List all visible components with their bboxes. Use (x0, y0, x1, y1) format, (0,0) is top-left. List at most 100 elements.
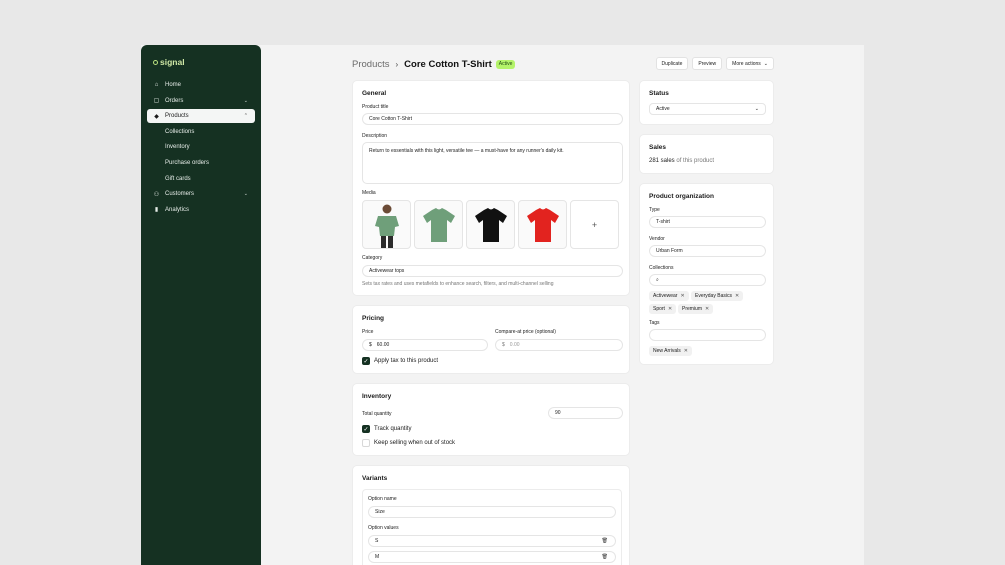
track-quantity-checkbox[interactable]: ✓ Track quantity (362, 425, 411, 433)
card-title: Status (649, 90, 669, 97)
apply-tax-label: Apply tax to this product (374, 358, 439, 364)
more-actions-button[interactable]: More actions ⌄ (726, 57, 774, 70)
collection-tag-everyday-basics: Everyday Basics ✕ (691, 291, 744, 301)
sidebar-item-gift-cards[interactable]: Gift cards (147, 172, 255, 186)
page-header: Products › Core Cotton T-Shirt Active Du… (352, 57, 774, 71)
general-card: General Product title Core Cotton T-Shir… (352, 80, 630, 296)
collections-label: Collections (649, 265, 674, 271)
option-value-row[interactable]: M 🗑 (368, 551, 616, 563)
sidebar-item-home[interactable]: ⌂ Home (147, 78, 255, 92)
remove-icon[interactable]: ✕ (680, 293, 684, 299)
chart-icon: ▮ (154, 207, 159, 214)
compare-price-input[interactable]: $ 0.00 (495, 339, 623, 351)
price-input[interactable]: $ 60.00 (362, 339, 488, 351)
total-quantity-label: Total quantity (362, 411, 392, 417)
tshirt-icon (422, 207, 455, 242)
home-icon: ⌂ (154, 82, 159, 88)
sidebar-item-inventory[interactable]: Inventory (147, 140, 255, 154)
media-thumb-green[interactable] (414, 200, 463, 249)
collection-tag-premium: Premium ✕ (678, 304, 714, 314)
tag-label: New Arrivals (653, 348, 681, 354)
media-thumb-red[interactable] (518, 200, 567, 249)
sales-count: 281 sales (649, 158, 675, 164)
keep-selling-checkbox[interactable]: Keep selling when out of stock (362, 439, 455, 447)
option-name-input[interactable]: Size (368, 506, 616, 518)
option-value-row[interactable]: S 🗑 (368, 535, 616, 547)
option-value: M (375, 554, 380, 560)
pricing-card: Pricing Price $ 60.00 Compare-at price (… (352, 305, 630, 374)
brand-logo[interactable]: signal (153, 57, 185, 67)
tags-input[interactable] (649, 329, 766, 341)
product-title-label: Product title (362, 104, 389, 110)
option-value: S (375, 538, 379, 544)
category-input[interactable]: Activewear tops (362, 265, 623, 277)
sidebar-item-label: Orders (165, 97, 184, 104)
description-textarea[interactable]: Return to essentials with this light, ve… (362, 142, 623, 184)
trash-icon[interactable]: 🗑 (602, 538, 608, 544)
card-title: Pricing (362, 315, 385, 322)
variant-option-panel: Option name Size Option values S 🗑 M 🗑 (362, 489, 622, 565)
duplicate-button[interactable]: Duplicate (655, 57, 689, 70)
chevron-right-icon: › (395, 59, 399, 69)
total-quantity-input[interactable]: 90 (548, 407, 623, 419)
sidebar-nav: ⌂ Home ▢ Orders ⌄ ◆ Products ⌃ Collectio… (147, 78, 255, 218)
currency-symbol: $ (502, 342, 505, 348)
card-title: Sales (649, 144, 666, 151)
card-title: Product organization (649, 193, 714, 200)
preview-button[interactable]: Preview (692, 57, 723, 70)
sidebar-item-label: Home (165, 82, 182, 88)
type-label: Type (649, 207, 660, 213)
sidebar-item-orders[interactable]: ▢ Orders ⌄ (147, 94, 255, 108)
status-card: Status Active ⌄ (639, 80, 774, 125)
search-icon: ⌕ (656, 277, 659, 283)
remove-icon[interactable]: ✕ (668, 306, 672, 312)
breadcrumb-products[interactable]: Products (352, 59, 390, 70)
brand-name: signal (160, 57, 185, 67)
sales-card: Sales 281 sales of this product (639, 134, 774, 174)
media-thumb-model[interactable] (362, 200, 411, 249)
more-actions-label: More actions (732, 60, 761, 67)
apply-tax-checkbox[interactable]: ✓ Apply tax to this product (362, 357, 438, 365)
media-thumb-black[interactable] (466, 200, 515, 249)
status-select[interactable]: Active ⌄ (649, 103, 766, 115)
sidebar: signal ⌂ Home ▢ Orders ⌄ ◆ Products ⌃ Co… (141, 45, 261, 565)
compare-price-label: Compare-at price (optional) (495, 329, 556, 335)
track-quantity-label: Track quantity (374, 426, 412, 432)
description-label: Description (362, 133, 388, 139)
tshirt-icon (474, 207, 507, 242)
chevron-down-icon: ⌄ (243, 191, 248, 198)
type-input[interactable]: T-shirt (649, 216, 766, 228)
option-values-label: Option values (368, 525, 399, 531)
tag-icon: ◆ (154, 113, 159, 120)
vendor-label: Vendor (649, 236, 665, 242)
sidebar-item-collections[interactable]: Collections (147, 125, 255, 139)
trash-icon[interactable]: 🗑 (602, 554, 608, 560)
status-badge: Active (495, 59, 516, 69)
sidebar-item-customers[interactable]: ⚇ Customers ⌄ (147, 187, 255, 201)
variants-card: Variants Option name Size Option values … (352, 465, 630, 565)
main-content: Products › Core Cotton T-Shirt Active Du… (261, 45, 864, 565)
vendor-input[interactable]: Urban Form (649, 245, 766, 257)
compare-price-placeholder: 0.00 (509, 342, 520, 348)
tshirt-icon (526, 207, 559, 242)
price-value: 60.00 (376, 342, 390, 348)
remove-icon[interactable]: ✕ (735, 293, 739, 299)
sidebar-item-analytics[interactable]: ▮ Analytics (147, 203, 255, 217)
remove-icon[interactable]: ✕ (684, 348, 688, 354)
sidebar-item-purchase-orders[interactable]: Purchase orders (147, 156, 255, 170)
sidebar-item-label: Gift cards (165, 175, 191, 182)
chevron-down-icon: ⌄ (754, 106, 759, 112)
tags-label: Tags (649, 320, 660, 326)
remove-icon[interactable]: ✕ (705, 306, 709, 312)
header-actions: Duplicate Preview More actions ⌄ (655, 57, 774, 70)
bag-icon: ▢ (153, 98, 160, 105)
card-title: Variants (362, 475, 388, 482)
inventory-card: Inventory Total quantity 90 ✓ Track quan… (352, 383, 630, 456)
tag-label: Everyday Basics (695, 293, 732, 299)
collections-search-input[interactable]: ⌕ (649, 274, 766, 286)
add-media-button[interactable]: + (570, 200, 619, 249)
tag-label: Activewear (653, 293, 678, 299)
product-title-input[interactable]: Core Cotton T-Shirt (362, 113, 623, 125)
sidebar-item-products[interactable]: ◆ Products ⌃ (147, 109, 255, 124)
option-name-label: Option name (368, 496, 397, 502)
